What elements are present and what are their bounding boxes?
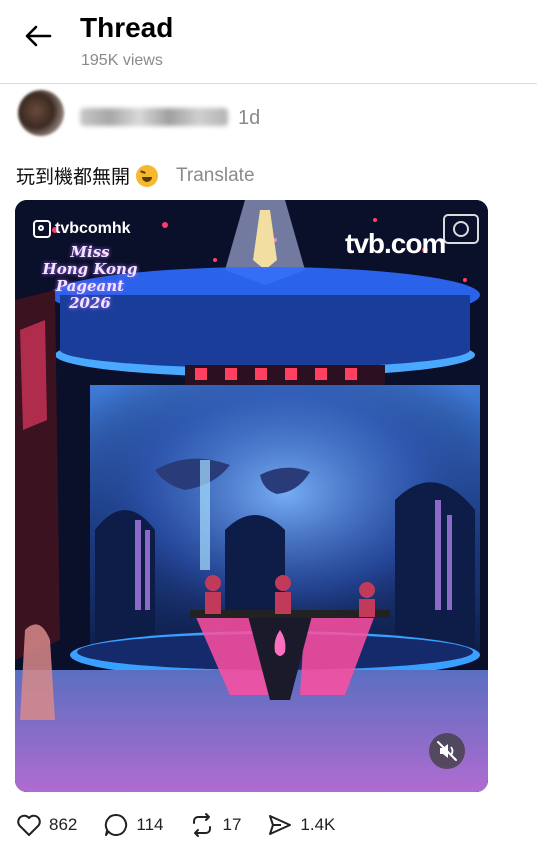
reply-button[interactable]: 114 — [103, 812, 163, 838]
username-blurred[interactable] — [80, 108, 228, 126]
post-timestamp: 1d — [238, 107, 261, 129]
pageant-logo-line4: 2026 — [69, 294, 111, 312]
comment-icon — [105, 813, 128, 836]
pageant-logo: Miss Hong Kong Pageant 2026 — [35, 244, 145, 312]
back-arrow-icon[interactable] — [22, 20, 54, 52]
pageant-logo-line1: Miss — [70, 243, 110, 261]
post-video[interactable]: tvbcomhk Miss Hong Kong Pageant 2026 tvb… — [15, 200, 488, 792]
view-count: 195K views — [81, 52, 163, 69]
heart-icon — [17, 814, 41, 836]
camera-icon — [443, 214, 479, 244]
pageant-logo-line3: Pageant — [55, 277, 125, 295]
like-button[interactable]: 862 — [16, 813, 77, 837]
pageant-logo-line2: Hong Kong — [42, 260, 138, 278]
tvb-watermark: tvb.com — [345, 228, 446, 259]
repost-icon — [193, 813, 212, 837]
repost-count: 17 — [222, 815, 242, 834]
page-title: Thread — [80, 12, 174, 43]
share-button[interactable]: 1.4K — [267, 813, 335, 837]
share-count: 1.4K — [300, 815, 336, 834]
translate-link[interactable]: Translate — [176, 165, 255, 187]
like-count: 862 — [49, 815, 78, 834]
repost-button[interactable]: 17 — [189, 812, 241, 838]
mute-toggle[interactable] — [429, 733, 465, 769]
instagram-handle: tvbcomhk — [33, 220, 131, 238]
post-text-row: 玩到機都無開 Translate — [16, 162, 255, 189]
avatar[interactable] — [18, 90, 64, 136]
reply-count: 114 — [136, 815, 164, 834]
send-icon — [269, 815, 292, 835]
thread-header: Thread 195K views — [0, 0, 537, 84]
instagram-handle-text: tvbcomhk — [55, 220, 131, 237]
post-text: 玩到機都無開 — [16, 166, 131, 188]
instagram-icon — [33, 220, 51, 238]
grinning-squinting-face-icon — [136, 164, 159, 187]
post-actions: 862 114 17 1.4K — [16, 810, 361, 840]
speaker-muted-icon — [437, 741, 457, 761]
